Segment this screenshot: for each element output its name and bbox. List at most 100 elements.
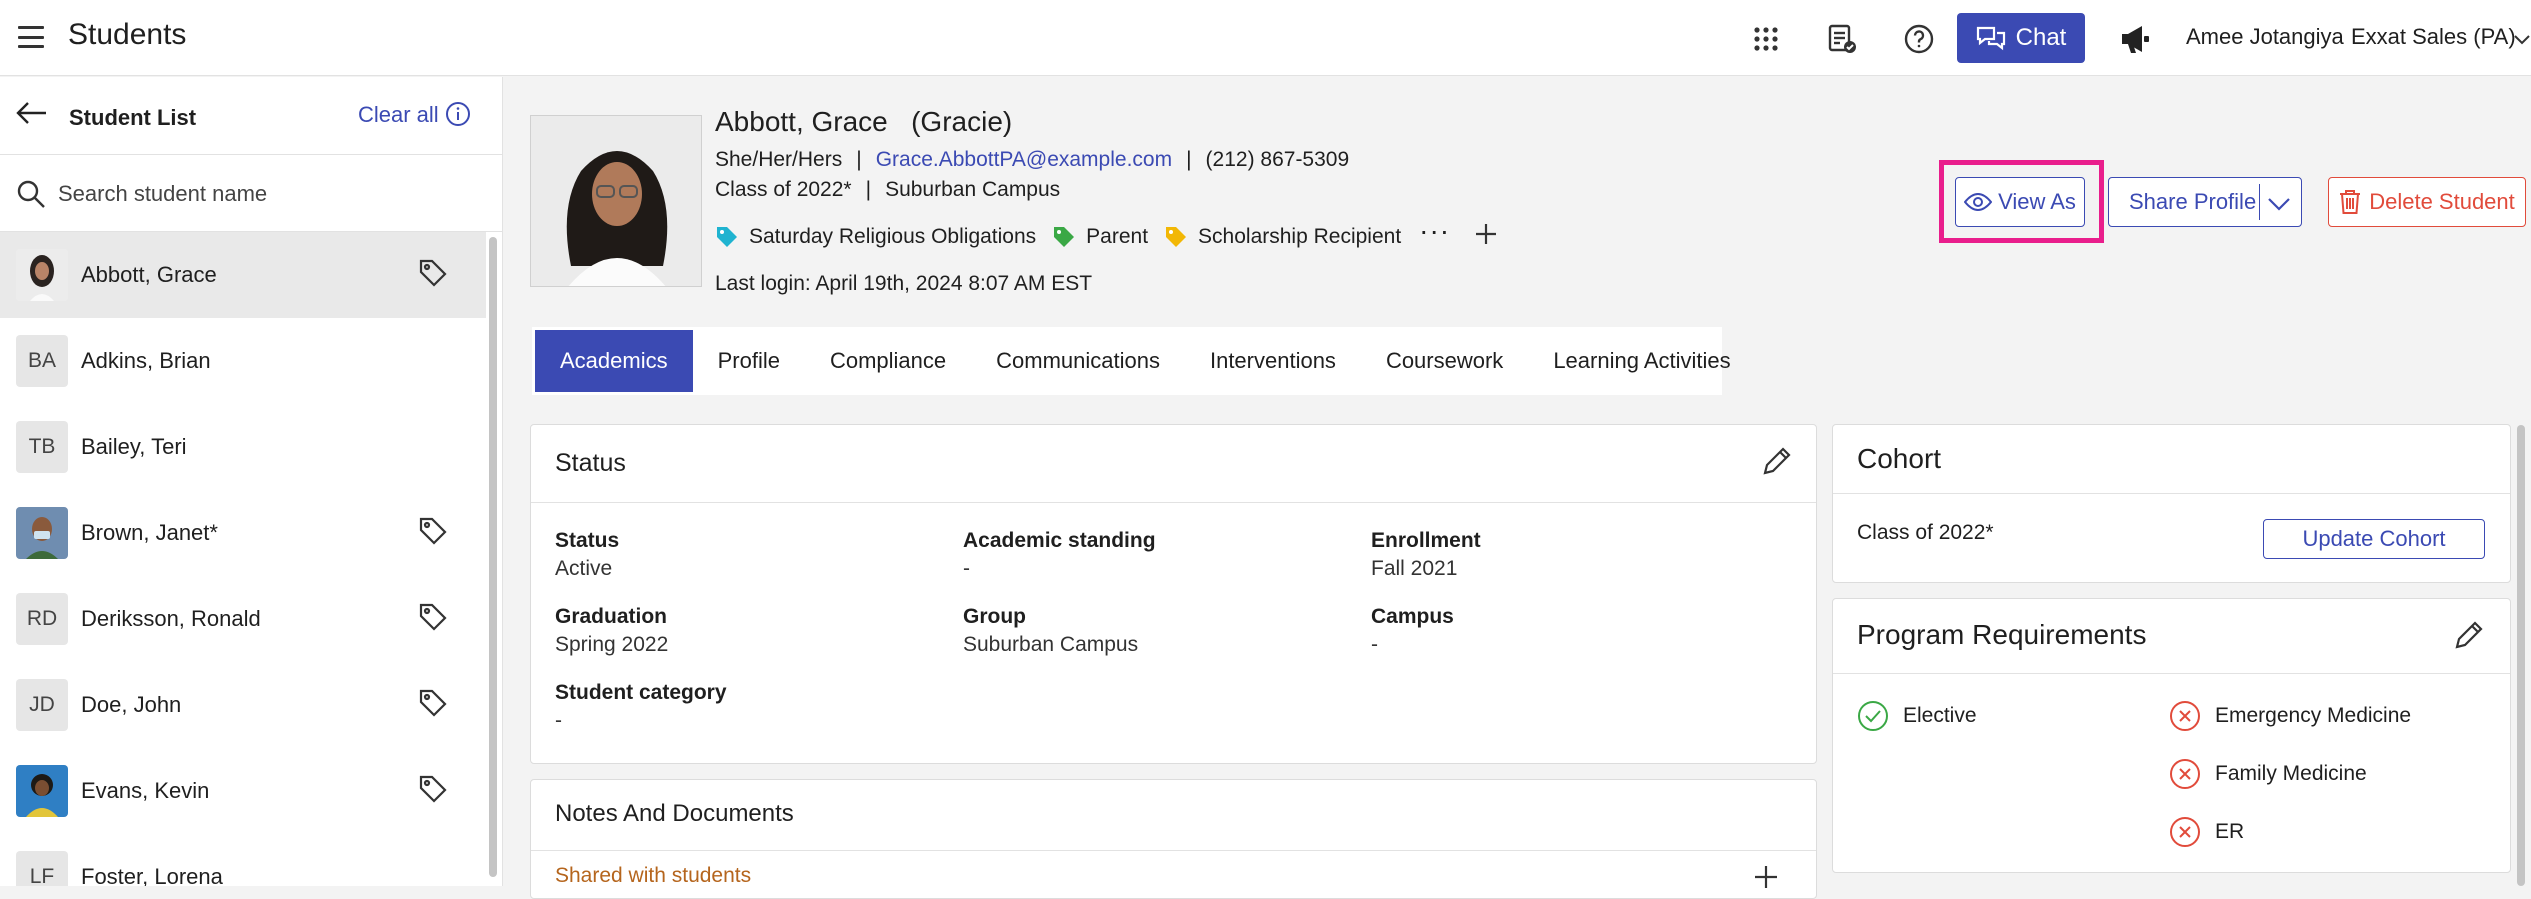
student-item-deriksson-ronald[interactable]: RD Deriksson, Ronald [0, 576, 486, 662]
avatar: LF [16, 851, 68, 886]
profile-photo [530, 115, 702, 287]
add-tag-icon[interactable] [1474, 222, 1498, 252]
more-options-icon[interactable]: ··· [1419, 217, 1450, 245]
campus-name: Suburban Campus [885, 178, 1061, 201]
chat-button[interactable]: Chat [1957, 13, 2085, 63]
tab-communications[interactable]: Communications [971, 330, 1185, 392]
student-item-adkins-brian[interactable]: BA Adkins, Brian [0, 318, 486, 404]
share-profile-button[interactable]: Share Profile [2108, 177, 2302, 227]
status-card: Status Status Active Academic standing -… [530, 424, 1817, 764]
profile-tabs: Academics Profile Compliance Communicati… [532, 327, 1731, 395]
phone-number: (212) 867-5309 [1205, 148, 1350, 171]
sidebar-scrollbar[interactable] [489, 237, 497, 877]
menu-icon[interactable] [18, 22, 44, 52]
edit-pencil-icon[interactable] [2453, 619, 2485, 656]
requirements-card-title: Program Requirements [1857, 619, 2147, 650]
tag-icon[interactable] [418, 516, 448, 551]
field-label: Academic standing [963, 529, 1156, 552]
student-name: Bailey, Teri [81, 434, 187, 459]
student-list-header: Student List Clear all [0, 77, 503, 155]
org-name[interactable]: Exxat Sales (PA) [2351, 24, 2516, 50]
divider [531, 502, 1816, 503]
notes-documents-card: Notes And Documents Shared with students [530, 779, 1817, 899]
field-label: Group [963, 605, 1026, 628]
field-value: Active [555, 557, 613, 580]
tag-scholarship[interactable]: Scholarship Recipient [1164, 225, 1401, 249]
email-link[interactable]: Grace.AbbottPA@example.com [876, 148, 1172, 171]
tab-learning-activities[interactable]: Learning Activities [1528, 330, 1755, 392]
user-name[interactable]: Amee Jotangiya [2186, 24, 2344, 50]
field-value: Spring 2022 [555, 633, 669, 656]
field-value: - [555, 709, 562, 732]
tab-interventions[interactable]: Interventions [1185, 330, 1361, 392]
avatar: RD [16, 593, 68, 645]
field-value: Suburban Campus [963, 633, 1139, 656]
tasks-icon[interactable] [1825, 22, 1859, 56]
tag-saturday-religious[interactable]: Saturday Religious Obligations [715, 225, 1036, 249]
avatar [16, 249, 68, 301]
tag-icon [1054, 227, 1075, 247]
delete-student-button[interactable]: Delete Student [2328, 177, 2526, 227]
tab-profile[interactable]: Profile [693, 330, 805, 392]
status-card-title: Status [555, 449, 626, 477]
avatar [16, 765, 68, 817]
separator: | [865, 178, 872, 201]
tag-parent[interactable]: Parent [1052, 225, 1148, 249]
class-year: Class of 2022* [715, 178, 852, 201]
tag-label: Scholarship Recipient [1198, 225, 1402, 248]
search-icon [16, 179, 46, 214]
field-value: - [1371, 633, 1378, 656]
view-as-button[interactable]: View As [1955, 177, 2085, 227]
check-circle-icon [1858, 701, 1888, 731]
announcement-icon[interactable] [2118, 22, 2152, 56]
requirement-label: ER [2215, 820, 2245, 843]
requirement-label: Elective [1903, 704, 1977, 727]
requirement-item: Family Medicine [2169, 758, 2367, 790]
tag-icon[interactable] [418, 602, 448, 637]
avatar [16, 507, 68, 559]
student-list: Abbott, Grace BA Adkins, Brian TB Bailey… [0, 232, 488, 886]
student-item-evans-kevin[interactable]: Evans, Kevin [0, 748, 486, 834]
back-arrow-icon[interactable] [16, 101, 48, 130]
student-item-abbott-grace[interactable]: Abbott, Grace [0, 232, 486, 318]
x-circle-icon [2170, 817, 2200, 847]
chevron-down-icon[interactable] [2267, 192, 2291, 218]
class-info: Class of 2022* | Suburban Campus [715, 178, 1060, 202]
tag-icon[interactable] [418, 258, 448, 293]
tag-icon[interactable] [418, 688, 448, 723]
help-icon[interactable] [1902, 22, 1936, 56]
main-scrollbar[interactable] [2517, 425, 2525, 886]
student-item-brown-janet[interactable]: Brown, Janet* [0, 490, 486, 576]
add-note-icon[interactable] [1753, 864, 1779, 895]
apps-grid-icon[interactable] [1749, 22, 1783, 56]
student-item-doe-john[interactable]: JD Doe, John [0, 662, 486, 748]
update-cohort-button[interactable]: Update Cohort [2263, 519, 2485, 559]
student-name: Foster, Lorena [81, 864, 223, 886]
requirement-item: Emergency Medicine [2169, 700, 2411, 732]
student-item-bailey-teri[interactable]: TB Bailey, Teri [0, 404, 486, 490]
student-name: Brown, Janet* [81, 520, 218, 545]
clear-all-link[interactable]: Clear all [358, 102, 439, 128]
edit-pencil-icon[interactable] [1761, 445, 1793, 482]
tag-icon[interactable] [418, 774, 448, 809]
requirement-item: Elective [1857, 700, 1977, 732]
requirement-item: ER [2169, 816, 2244, 848]
student-name-text: Abbott, Grace [715, 106, 888, 137]
tab-coursework[interactable]: Coursework [1361, 330, 1528, 392]
student-nickname: (Gracie) [911, 106, 1013, 137]
tag-icon [1166, 227, 1187, 247]
shared-with-students-label[interactable]: Shared with students [555, 864, 751, 888]
divider [1833, 673, 2510, 674]
chevron-down-icon[interactable] [2514, 32, 2530, 50]
info-icon[interactable] [445, 101, 471, 132]
field-label: Status [555, 529, 620, 552]
cohort-card-title: Cohort [1857, 443, 1942, 474]
tab-academics[interactable]: Academics [535, 330, 693, 392]
cohort-card: Cohort Class of 2022* Update Cohort [1832, 424, 2511, 583]
search-input[interactable] [58, 176, 478, 212]
notes-card-title: Notes And Documents [555, 800, 794, 827]
page-title: Students [68, 18, 187, 51]
tab-compliance[interactable]: Compliance [805, 330, 971, 392]
student-name: Doe, John [81, 692, 182, 717]
student-item-foster-lorena[interactable]: LF Foster, Lorena [0, 834, 486, 886]
